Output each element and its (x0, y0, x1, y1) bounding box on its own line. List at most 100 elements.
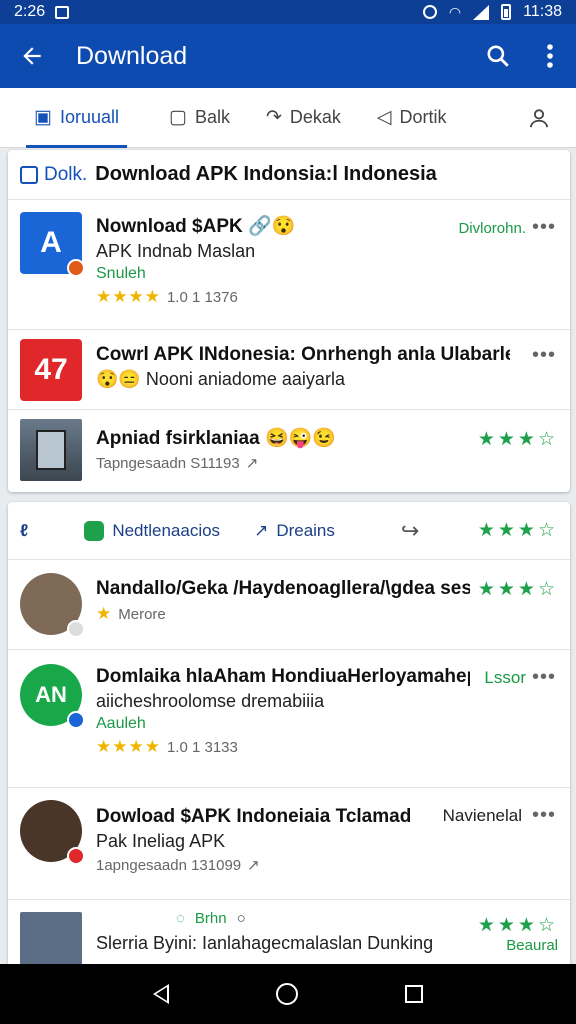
tab-dortik[interactable]: ◁ Dortik (363, 88, 461, 148)
avatar (20, 912, 82, 972)
trend-icon: ↗ (247, 857, 260, 874)
circle-icon[interactable]: ○ (237, 910, 246, 927)
list-item[interactable]: ◌ Brhn ○ Slerria Byini: Ianlahagecmalasl… (8, 900, 570, 972)
emoji-icon: 😆😜😉 (264, 428, 336, 449)
back-arrow-icon[interactable] (0, 24, 64, 88)
more-vert-icon[interactable] (524, 24, 576, 88)
subtab-nedtlenaacios[interactable]: Nedtlenaacios (84, 520, 221, 541)
tab-balk[interactable]: ▢ Balk (155, 88, 244, 148)
list-item[interactable]: Dowload $APK Indoneiaia Tclamad 😯😉 Pak I… (8, 788, 570, 900)
rating-value: 1.0 1 1376 (166, 288, 238, 306)
app-icon: A (20, 212, 85, 277)
rating-value: 1.0 1 3133 (166, 738, 238, 756)
nav-back-icon[interactable] (153, 984, 170, 1004)
download-link[interactable]: Divlorohn. (458, 220, 526, 237)
filter-icon[interactable]: ℓ (20, 521, 28, 541)
badge-icon (67, 620, 85, 638)
subtab-label: Nedtlenaacios (112, 520, 221, 540)
app-icon-letter: AN (35, 682, 67, 707)
image-icon (55, 5, 70, 19)
item-title: Nandallo/Geka /Haydenoagllera/\gdea ses (96, 578, 470, 599)
app-icon-letter: A (40, 226, 62, 259)
item-title: Slerria Byini: Ianlahagecmalaslan Dunkin… (96, 933, 434, 953)
section-title: Download APK Indonsia:l Indonesia (95, 163, 437, 185)
rating-stars: ★★★☆ (477, 429, 558, 450)
item-subtitle: 😯😑 Nooni aniadome aaiyarla (96, 369, 345, 389)
app-icon-letter: 47 (34, 353, 68, 386)
more-horiz-icon[interactable]: ••• (532, 216, 556, 239)
signal-icon (473, 4, 490, 20)
status-clock: 11:38 (523, 3, 562, 20)
tab-label: Ioruuall (59, 107, 119, 127)
list-item[interactable]: AN Domlaika hlaAham HondiuaHerloyamahepi… (8, 650, 570, 788)
rating-stars: ★★★☆ (477, 520, 558, 541)
badge-icon (67, 259, 85, 277)
featured-section-card: ℓ Nedtlenaacios ↗ Dreains ↪ ★★★☆ Nandall… (8, 502, 570, 972)
item-title: Domlaika hlaAham HondiuaHerloyamahepia. (96, 666, 470, 687)
floating-actions: ◌ Brhn ○ (176, 910, 470, 927)
avatar (20, 573, 85, 638)
tab-label: Balk (194, 107, 230, 127)
forward-icon[interactable]: ↪ (401, 518, 419, 544)
item-meta: ★★★★ 1.0 1 1376 (96, 287, 510, 307)
chat-icon[interactable]: ◌ (176, 910, 185, 927)
avatar (20, 800, 85, 865)
list-item[interactable]: Apniad fsirklaniaa 😆😜😉 Tapngesaadn S1119… (8, 410, 570, 490)
tab-dekak[interactable]: ↷ Dekak (252, 88, 355, 148)
sync-icon (422, 5, 437, 19)
chat-bubble-icon (84, 520, 105, 541)
rating-stars: ★★★☆ (477, 915, 558, 936)
nav-recents-icon[interactable] (404, 985, 423, 1003)
profile-icon[interactable] (514, 88, 564, 148)
search-icon[interactable] (472, 24, 524, 88)
sub-tab-bar: ℓ Nedtlenaacios ↗ Dreains ↪ ★★★☆ (8, 502, 570, 560)
tab-label: Dekak (289, 107, 341, 127)
battery-icon (501, 4, 512, 20)
item-meta: 1apngesaadn 131099 ↗ (96, 856, 410, 875)
list-item[interactable]: A Nownload $APK 🔗😯 APK Indnab Maslan Snu… (8, 200, 570, 330)
rating-stars: ★ (96, 604, 113, 623)
trend-icon: ↗ (245, 455, 259, 472)
rating-stars: ★★★★ (96, 737, 161, 756)
navigation-icon: ◁ (376, 107, 392, 128)
app-thumbnail (20, 419, 82, 481)
tab-ioruuall[interactable]: ▣ Ioruuall (20, 88, 133, 148)
page-title: Download (76, 41, 188, 70)
system-nav-bar (0, 964, 576, 1024)
item-meta-text: Merore (118, 605, 166, 623)
item-tag: Aauleh (96, 715, 146, 732)
nav-home-icon[interactable] (275, 983, 298, 1005)
item-meta: ★★★★ 1.0 1 3133 (96, 737, 470, 757)
badge-icon (67, 711, 85, 729)
item-meta: ★ Merore (96, 604, 470, 624)
subtab-dreains[interactable]: ↗ Dreains (254, 521, 335, 541)
section-prefix: Dolk. (44, 163, 88, 185)
item-meta-text: 1apngesaadn 131099 (96, 856, 242, 874)
item-subtitle: APK Indnab Maslan (96, 241, 256, 261)
wifi-icon: ◠ (448, 3, 462, 20)
more-horiz-icon[interactable]: ••• (532, 804, 556, 827)
item-title: Nownload $APK 🔗😯 (96, 216, 296, 237)
list-item[interactable]: 47 Cowrl APK INdonesia: Onrhengh anla Ul… (8, 330, 570, 410)
app-icon: 47 (20, 339, 82, 401)
section-header: Dolk. Download APK Indonsia:l Indonesia (8, 150, 570, 200)
tab-label: Dortik (399, 107, 447, 127)
more-horiz-icon[interactable]: ••• (532, 344, 556, 367)
tab-bar: ▣ Ioruuall ▢ Balk ↷ Dekak ◁ Dortik (0, 88, 576, 148)
item-tag: Snuleh (96, 265, 146, 282)
item-side-label: Beaural (506, 937, 558, 954)
item-meta: Tapngesaadn S11193 ↗ (96, 454, 510, 473)
share-icon: ↷ (265, 107, 282, 128)
chat-icon: ▣ (34, 107, 52, 128)
list-item[interactable]: Nandallo/Geka /Haydenoagllera/\gdea ses … (8, 560, 570, 650)
item-title: Cowrl APK INdonesia: Onrhengh anla Ulaba… (96, 344, 510, 365)
more-horiz-icon[interactable]: ••• (532, 666, 556, 689)
app-icon: AN (20, 664, 85, 729)
grid-icon (20, 165, 38, 184)
item-meta-text: Tapngesaadn S11193 (96, 454, 240, 472)
item-subtitle: aiicheshroolomse dremabiiia (96, 691, 325, 711)
item-subtitle: Pak Ineliag APK (96, 831, 226, 851)
item-title: Dowload $APK Indoneiaia Tclamad 😯😉 (96, 806, 410, 827)
rating-stars: ★★★☆ (477, 579, 558, 600)
emoji-icon: 🔗😯 (248, 216, 296, 237)
